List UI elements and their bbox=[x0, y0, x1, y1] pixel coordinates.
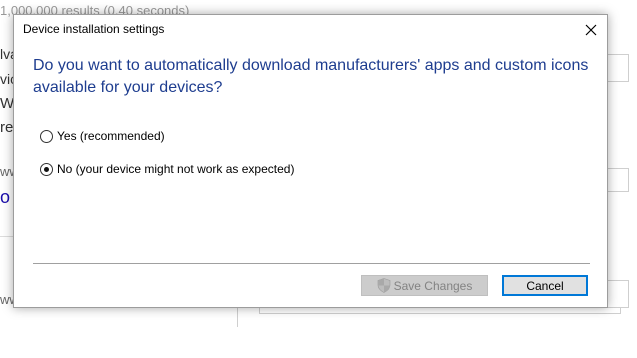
background-panel bbox=[608, 280, 629, 308]
dialog-title: Device installation settings bbox=[23, 22, 165, 36]
title-bar[interactable]: Device installation settings bbox=[14, 15, 607, 44]
background-divider bbox=[237, 307, 238, 327]
button-separator bbox=[33, 263, 590, 264]
radio-option-no[interactable]: No (your device might not work as expect… bbox=[40, 162, 294, 176]
background-link[interactable]: o bbox=[0, 187, 10, 208]
dialog-question: Do you want to automatically download ma… bbox=[33, 57, 589, 96]
save-changes-button[interactable]: Save Changes bbox=[361, 275, 488, 296]
cancel-label: Cancel bbox=[526, 278, 564, 293]
radio-option-yes[interactable]: Yes (recommended) bbox=[40, 129, 165, 143]
background-panel bbox=[608, 54, 629, 82]
radio-label-no: No (your device might not work as expect… bbox=[57, 162, 295, 176]
radio-label-yes: Yes (recommended) bbox=[57, 129, 165, 143]
radio-button[interactable] bbox=[40, 129, 53, 143]
save-changes-label: Save Changes bbox=[393, 278, 473, 293]
radio-button-selected[interactable] bbox=[40, 162, 53, 176]
background-panel bbox=[259, 307, 621, 314]
close-icon bbox=[585, 24, 597, 35]
uac-shield-icon bbox=[377, 278, 390, 293]
close-button[interactable] bbox=[575, 15, 607, 44]
cancel-button[interactable]: Cancel bbox=[502, 275, 588, 296]
background-panel bbox=[608, 168, 629, 192]
device-installation-dialog: Device installation settings Do you want… bbox=[13, 14, 608, 308]
